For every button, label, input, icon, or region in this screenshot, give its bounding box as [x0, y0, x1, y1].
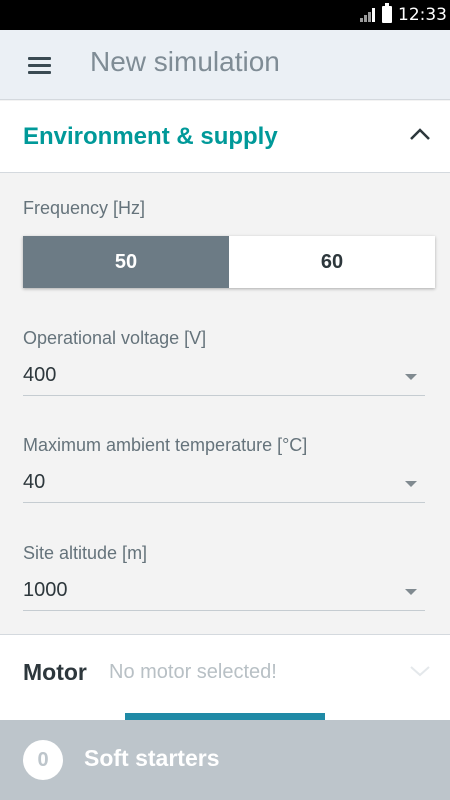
chevron-down-icon — [410, 666, 430, 677]
hamburger-menu-icon[interactable] — [28, 56, 52, 74]
status-bar: 12:33 — [0, 0, 450, 30]
dropdown-arrow-icon — [405, 589, 417, 595]
motor-section-title: Motor — [23, 659, 87, 685]
temperature-dropdown[interactable]: 40 — [23, 467, 425, 503]
frequency-label: Frequency [Hz] — [23, 198, 146, 218]
environment-section-title: Environment & supply — [23, 123, 278, 150]
status-time: 12:33 — [398, 5, 447, 25]
soft-starters-count-badge: 0 — [23, 740, 63, 780]
temperature-label: Maximum ambient temperature [°C] — [23, 435, 308, 455]
altitude-label: Site altitude [m] — [23, 543, 148, 563]
altitude-value: 1000 — [23, 579, 68, 601]
voltage-dropdown[interactable]: 400 — [23, 360, 425, 396]
frequency-option-60[interactable]: 60 — [229, 236, 435, 288]
dropdown-arrow-icon — [405, 481, 417, 487]
dropdown-arrow-icon — [405, 374, 417, 380]
soft-starters-bar[interactable]: 0 Soft starters — [0, 720, 450, 800]
environment-section-header[interactable]: Environment & supply — [0, 101, 450, 173]
motor-section-header[interactable]: Motor No motor selected! — [0, 634, 450, 725]
altitude-dropdown[interactable]: 1000 — [23, 575, 425, 611]
battery-icon — [382, 3, 392, 23]
page-title: New simulation — [90, 46, 280, 77]
motor-status-text: No motor selected! — [109, 661, 277, 683]
app-bar: New simulation — [0, 30, 450, 100]
soft-starters-label: Soft starters — [84, 745, 220, 771]
temperature-value: 40 — [23, 471, 46, 493]
voltage-label: Operational voltage [V] — [23, 328, 207, 348]
frequency-segmented-control: 50 60 — [23, 236, 435, 288]
voltage-value: 400 — [23, 364, 57, 386]
chevron-up-icon — [410, 128, 430, 140]
frequency-option-50[interactable]: 50 — [23, 236, 229, 288]
signal-icon — [360, 8, 378, 22]
